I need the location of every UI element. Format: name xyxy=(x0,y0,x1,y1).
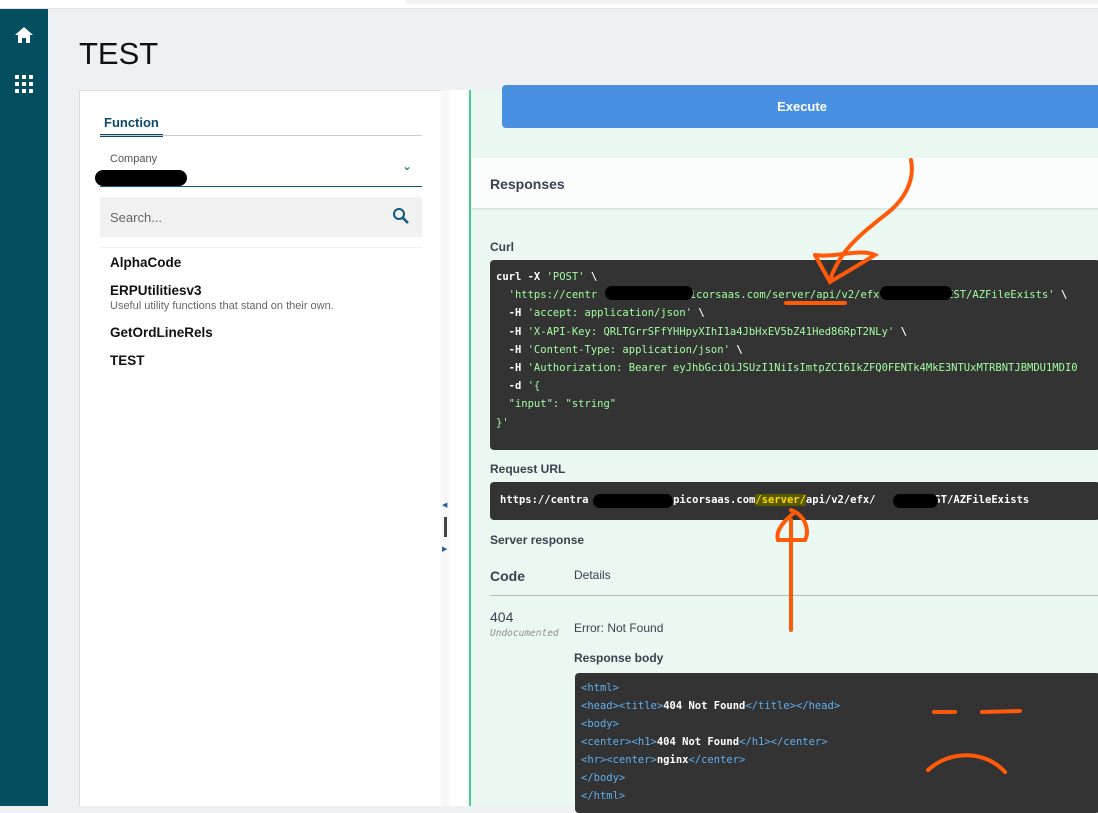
function-panel: Function Company ⌄ Search... AlphaCode E… xyxy=(79,90,441,806)
chevron-down-icon: ⌄ xyxy=(401,159,412,173)
search-input[interactable]: Search... xyxy=(100,197,422,237)
curl-line: 'https://centr epicorsaas.com/server/api/… xyxy=(496,289,1068,302)
tab-function[interactable]: Function xyxy=(100,115,163,137)
error-text: Error: Not Found xyxy=(574,621,664,635)
curl-line: "input": "string" xyxy=(496,398,617,411)
curl-block[interactable]: curl -X 'POST' \ 'https://centr epicorsaa… xyxy=(490,260,1098,450)
curl-line: curl -X 'POST' \ xyxy=(496,271,598,283)
browser-top-strip xyxy=(0,0,1098,9)
splitter-gap xyxy=(449,90,469,806)
expand-right-icon[interactable]: ▶ xyxy=(442,545,447,553)
server-response-label: Server response xyxy=(490,533,585,547)
apps-grid-icon[interactable] xyxy=(12,72,36,96)
responses-title: Responses xyxy=(490,176,565,192)
collapse-left-icon[interactable]: ◀ xyxy=(442,501,447,509)
details-header: Details xyxy=(574,568,611,582)
home-icon[interactable] xyxy=(12,23,36,47)
function-name: TEST xyxy=(110,353,145,368)
function-list: AlphaCode ERPUtilitiesv3 Useful utility f… xyxy=(100,247,422,374)
curl-line: }' xyxy=(496,416,509,429)
api-response-panel: Execute Responses Curl curl -X 'POST' \ … xyxy=(469,85,1098,813)
responses-header: Responses xyxy=(471,158,1098,208)
function-name: GetOrdLineRels xyxy=(110,325,213,340)
curl-line: -H 'Content-Type: application/json' \ xyxy=(496,343,743,356)
splitter-handle[interactable] xyxy=(444,517,447,537)
list-item[interactable]: TEST xyxy=(100,346,422,374)
list-item[interactable]: AlphaCode xyxy=(100,248,422,276)
tab-shape xyxy=(405,0,1098,4)
table-divider xyxy=(490,595,1098,596)
status-code: 404 xyxy=(490,609,514,625)
list-item[interactable]: ERPUtilitiesv3 Useful utility functions t… xyxy=(100,276,422,318)
curl-label: Curl xyxy=(490,240,514,254)
curl-line: -H 'Authorization: Bearer eyJhbGciOiJSUz… xyxy=(496,362,1078,375)
curl-line: -H 'X-API-Key: QRLTGrrSFfYHHpyXIhI1a4JbH… xyxy=(496,325,907,338)
response-body-block[interactable]: <html> <head><title>404 Not Found</title>… xyxy=(575,673,1098,813)
search-icon[interactable] xyxy=(392,207,410,230)
redaction xyxy=(95,170,187,186)
nav-rail xyxy=(0,9,48,806)
execute-button[interactable]: Execute xyxy=(502,85,1098,128)
curl-line: -d '{ xyxy=(496,380,541,393)
request-url-block[interactable]: https://centra .epicorsaas.com/server/api… xyxy=(490,482,1098,520)
function-name: AlphaCode xyxy=(110,255,182,270)
status-note: Undocumented xyxy=(490,628,559,639)
panel-splitter[interactable] xyxy=(441,90,449,806)
function-desc: Useful utility functions that stand on t… xyxy=(110,300,334,312)
function-name: ERPUtilitiesv3 xyxy=(110,283,202,298)
response-body-label: Response body xyxy=(574,651,664,665)
company-label: Company xyxy=(110,153,158,165)
tab-divider xyxy=(100,135,422,136)
list-item[interactable]: GetOrdLineRels xyxy=(100,318,422,346)
request-url-label: Request URL xyxy=(490,462,566,476)
search-placeholder: Search... xyxy=(110,210,163,225)
curl-line: -H 'accept: application/json' \ xyxy=(496,307,705,320)
page-title: TEST xyxy=(79,36,159,71)
code-header: Code xyxy=(490,568,525,584)
